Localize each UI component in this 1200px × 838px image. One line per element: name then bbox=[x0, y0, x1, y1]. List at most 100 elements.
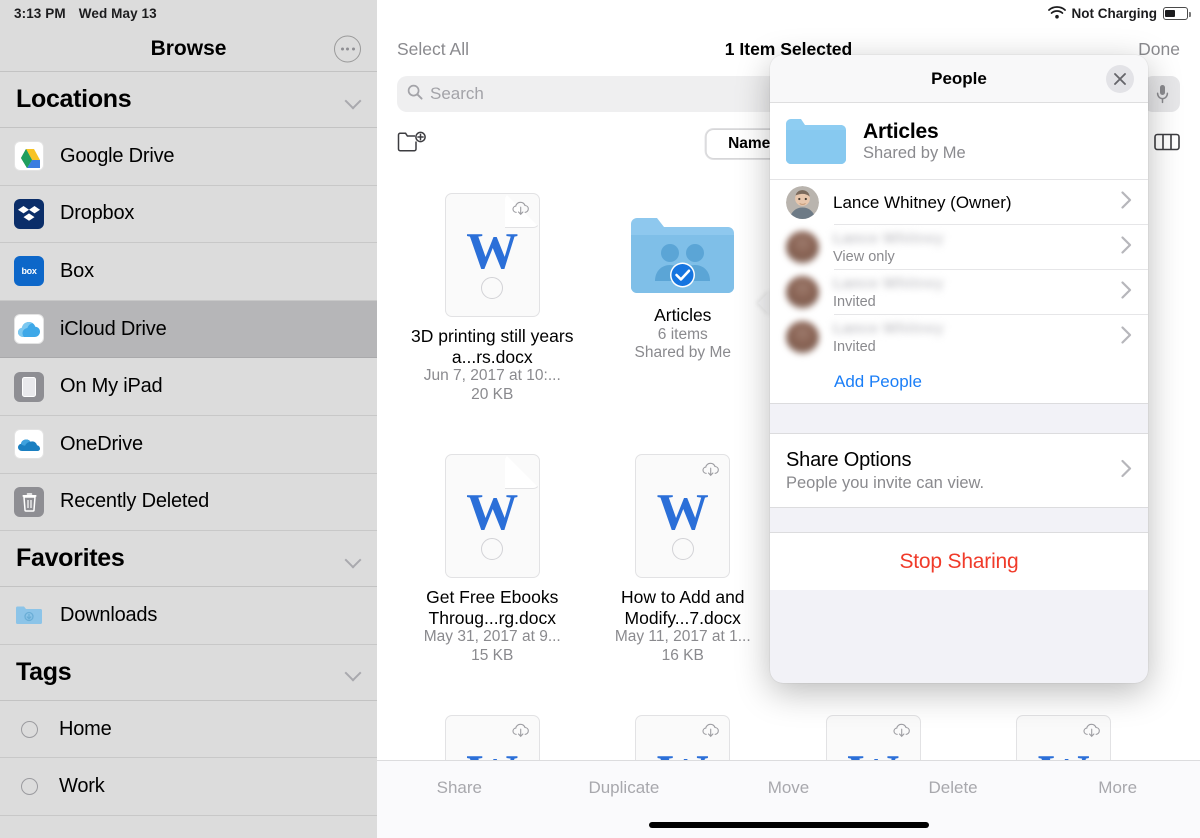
list-item[interactable]: Lance Whitney View only bbox=[770, 225, 1148, 270]
word-w-glyph: W bbox=[466, 223, 519, 280]
sidebar-section-favorites[interactable]: Favorites bbox=[0, 531, 377, 588]
file-meta-date: May 31, 2017 at 9... bbox=[423, 628, 561, 646]
bottom-action-bar: Share Duplicate Move Delete More bbox=[377, 760, 1200, 838]
battery-icon bbox=[1163, 7, 1191, 20]
sidebar-item-recently-deleted[interactable]: Recently Deleted bbox=[0, 474, 377, 532]
sidebar-item-box[interactable]: box Box bbox=[0, 243, 377, 301]
section-gap bbox=[770, 507, 1148, 533]
selection-circle[interactable] bbox=[671, 538, 694, 560]
home-indicator[interactable] bbox=[648, 822, 929, 828]
file-meta-date: May 11, 2017 at 1... bbox=[614, 628, 751, 646]
chevron-right-icon[interactable] bbox=[1121, 326, 1132, 349]
sidebar-item-tag-work[interactable]: Work bbox=[0, 758, 377, 816]
microphone-icon[interactable] bbox=[1144, 76, 1180, 112]
file-item[interactable]: W bbox=[588, 707, 779, 760]
sidebar-item-label: On My iPad bbox=[60, 375, 163, 398]
sidebar-item-downloads[interactable]: Downloads bbox=[0, 587, 377, 645]
popover-file-summary: Articles Shared by Me bbox=[770, 103, 1148, 180]
file-item[interactable]: W 3D printing still years a...rs.docx Ju… bbox=[397, 185, 588, 446]
sidebar-item-label: OneDrive bbox=[60, 432, 143, 455]
list-item[interactable]: Lance Whitney Invited bbox=[770, 270, 1148, 315]
duplicate-button[interactable]: Duplicate bbox=[542, 778, 707, 798]
file-item[interactable]: W bbox=[397, 707, 588, 760]
section-gap bbox=[770, 403, 1148, 434]
word-document-icon: W bbox=[444, 454, 540, 578]
file-item[interactable]: W How to Add and Modify...7.docx May 11,… bbox=[588, 446, 779, 707]
file-meta-date: Jun 7, 2017 at 10:... bbox=[423, 367, 561, 385]
popover-file-subtitle: Shared by Me bbox=[863, 143, 966, 162]
move-button[interactable]: Move bbox=[706, 778, 871, 798]
new-folder-icon[interactable] bbox=[397, 130, 427, 159]
person-name: Lance Whitney bbox=[833, 319, 945, 337]
chevron-down-icon[interactable] bbox=[345, 664, 361, 680]
cloud-download-icon bbox=[702, 462, 721, 482]
file-name: Get Free Ebooks Throug...rg.docx bbox=[426, 587, 559, 628]
word-document-icon: W bbox=[635, 715, 731, 761]
share-button[interactable]: Share bbox=[377, 778, 542, 798]
section-title: Tags bbox=[16, 657, 72, 686]
file-item[interactable]: W Get Free Ebooks Throug...rg.docx May 3… bbox=[397, 446, 588, 707]
word-w-glyph: W bbox=[657, 748, 709, 761]
sidebar-header: Browse bbox=[0, 27, 377, 72]
status-date: Wed May 13 bbox=[78, 6, 157, 21]
word-document-icon: W bbox=[1016, 715, 1112, 761]
list-item[interactable]: Lance Whitney Invited bbox=[770, 315, 1148, 360]
share-options-row[interactable]: Share Options People you invite can view… bbox=[770, 434, 1148, 507]
add-people-button[interactable]: Add People bbox=[770, 360, 1148, 403]
selection-circle[interactable] bbox=[481, 277, 504, 299]
close-icon[interactable] bbox=[1106, 64, 1134, 93]
cloud-download-icon bbox=[512, 723, 531, 743]
sidebar-item-google-drive[interactable]: Google Drive bbox=[0, 128, 377, 186]
word-w-glyph: W bbox=[466, 484, 519, 541]
sidebar-item-label: Recently Deleted bbox=[60, 490, 210, 513]
chevron-down-icon[interactable] bbox=[345, 92, 361, 108]
sidebar: 3:13 PM Wed May 13 Browse Locations Goog… bbox=[0, 0, 377, 838]
sidebar-item-tag-home[interactable]: Home bbox=[0, 701, 377, 759]
sidebar-item-label: Box bbox=[60, 259, 94, 282]
tag-circle-icon bbox=[21, 778, 38, 796]
more-button[interactable]: More bbox=[1035, 778, 1200, 798]
section-title: Locations bbox=[16, 85, 132, 113]
sidebar-item-icloud-drive[interactable]: iCloud Drive bbox=[0, 300, 377, 359]
avatar bbox=[786, 276, 819, 309]
sidebar-item-onedrive[interactable]: OneDrive bbox=[0, 416, 377, 474]
popover-header: People bbox=[770, 55, 1148, 103]
delete-button[interactable]: Delete bbox=[871, 778, 1036, 798]
select-all-button[interactable]: Select All bbox=[397, 39, 469, 60]
folder-icon bbox=[786, 118, 846, 165]
chevron-right-icon[interactable] bbox=[1121, 281, 1132, 304]
chevron-right-icon[interactable] bbox=[1121, 236, 1132, 259]
chevron-right-icon[interactable] bbox=[1121, 191, 1132, 214]
popover-title: People bbox=[931, 68, 987, 88]
icloud-icon bbox=[14, 314, 44, 345]
file-item[interactable]: W bbox=[778, 707, 969, 760]
trash-icon bbox=[14, 486, 44, 517]
cloud-download-icon bbox=[1083, 723, 1102, 743]
status-bar-left: 3:13 PM Wed May 13 bbox=[0, 0, 377, 27]
sidebar-section-locations[interactable]: Locations bbox=[0, 72, 377, 128]
avatar bbox=[786, 321, 819, 354]
ipad-icon bbox=[14, 371, 44, 402]
person-name: Lance Whitney bbox=[833, 274, 945, 292]
sidebar-section-tags[interactable]: Tags bbox=[0, 645, 377, 701]
list-item[interactable]: Lance Whitney (Owner) bbox=[770, 180, 1148, 225]
sidebar-item-label: Dropbox bbox=[60, 202, 135, 225]
chevron-right-icon[interactable] bbox=[1121, 459, 1132, 482]
file-item-selected[interactable]: Articles 6 items Shared by Me bbox=[588, 185, 779, 446]
column-view-icon[interactable] bbox=[1154, 132, 1180, 157]
selection-circle[interactable] bbox=[481, 538, 504, 560]
share-options-title: Share Options bbox=[786, 448, 912, 471]
sidebar-item-dropbox[interactable]: Dropbox bbox=[0, 186, 377, 244]
file-meta-size: 16 KB bbox=[661, 646, 704, 664]
popover-file-name: Articles bbox=[863, 119, 939, 143]
word-w-glyph: W bbox=[1038, 748, 1090, 761]
cloud-download-icon bbox=[512, 201, 531, 221]
status-bar-right: Not Charging bbox=[377, 0, 1200, 27]
chevron-down-icon[interactable] bbox=[345, 551, 361, 567]
section-title: Favorites bbox=[16, 544, 125, 573]
stop-sharing-button[interactable]: Stop Sharing bbox=[770, 533, 1148, 590]
ellipsis-circle-icon[interactable] bbox=[334, 35, 361, 63]
file-item[interactable]: W bbox=[969, 707, 1160, 760]
sidebar-item-on-my-ipad[interactable]: On My iPad bbox=[0, 358, 377, 416]
battery-status-label: Not Charging bbox=[1071, 6, 1158, 21]
